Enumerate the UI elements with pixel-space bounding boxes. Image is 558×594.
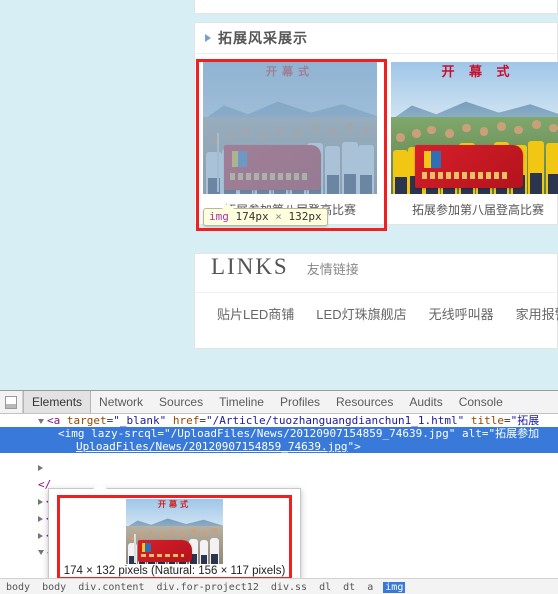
element-size-tooltip: img 174px × 132px bbox=[203, 202, 328, 226]
breadcrumb-item-div-for-project12[interactable]: div.for-project12 bbox=[155, 582, 261, 593]
photo-red-flag bbox=[137, 539, 192, 563]
gallery-thumbnail-2[interactable]: 开 幕 式 bbox=[391, 62, 558, 194]
gallery-thumbnail-1[interactable]: 开幕式 bbox=[203, 62, 377, 194]
img-attr-alt-name: alt bbox=[462, 427, 482, 440]
breadcrumb-item-body-2[interactable]: body bbox=[40, 582, 68, 593]
screenshot-root: 拓展风采展示 开幕式 开 幕 式 拓展参加第八届登高比赛 img 174px ×… bbox=[0, 0, 558, 594]
anchor-attr-href-name: href bbox=[172, 414, 200, 427]
img-attr-lazysrc-name: lazy-srcql bbox=[91, 427, 158, 440]
devtools-panel: Elements Network Sources Timeline Profil… bbox=[0, 390, 558, 594]
links-panel-header: LINKS 友情链接 bbox=[195, 254, 557, 293]
links-list: 贴片LED商铺 LED灯珠旗舰店 无线呼叫器 家用报警 bbox=[195, 293, 558, 323]
image-preview-frame: 开幕式 174 × 132 pixels (Natural: 156 × 117… bbox=[57, 495, 292, 580]
gallery-list: 开幕式 开 幕 式 拓展参加第八届登高比赛 bbox=[195, 54, 558, 224]
tab-profiles[interactable]: Profiles bbox=[272, 391, 328, 413]
img-src-url[interactable]: UploadFiles/News/20120907154859_74639.jp… bbox=[76, 440, 348, 453]
breadcrumb-item-dt[interactable]: dt bbox=[341, 582, 357, 593]
gallery-caption-2: 拓展参加第八届登高比赛 bbox=[411, 203, 544, 217]
tab-elements[interactable]: Elements bbox=[23, 391, 92, 413]
popup-arrow-icon bbox=[93, 483, 107, 489]
gallery-panel-title: 拓展风采展示 bbox=[218, 30, 308, 46]
breadcrumb-item-div-ss[interactable]: div.ss bbox=[269, 582, 309, 593]
anchor-attr-href-value: "/Article/tuozhanguangdianchun1_1.html" bbox=[205, 414, 465, 427]
tooltip-width: 174px bbox=[235, 210, 269, 223]
breadcrumb-item-img[interactable]: img bbox=[383, 581, 406, 593]
photo-banner-text: 开幕式 bbox=[157, 499, 191, 509]
triangle-right-icon bbox=[205, 34, 211, 42]
photo-red-flag bbox=[415, 144, 524, 189]
gallery-item[interactable]: 开幕式 bbox=[203, 62, 377, 218]
browser-page-viewport: 拓展风采展示 开幕式 开 幕 式 拓展参加第八届登高比赛 img 174px ×… bbox=[0, 0, 558, 390]
link-item-3[interactable]: 家用报警 bbox=[516, 304, 558, 323]
image-preview-thumbnail: 开幕式 bbox=[126, 499, 223, 564]
links-title-en: LINKS bbox=[211, 254, 289, 279]
photo-banner-text: 开 幕 式 bbox=[441, 64, 515, 80]
img-tag-open: <img bbox=[58, 427, 85, 440]
img-attr-lazysrc-value: "/UploadFiles/News/20120907154859_74639.… bbox=[163, 427, 456, 440]
tab-timeline[interactable]: Timeline bbox=[211, 391, 272, 413]
tooltip-height: 132px bbox=[288, 210, 322, 223]
anchor-attr-title-name: title bbox=[470, 414, 505, 427]
photo-red-flag bbox=[223, 144, 322, 191]
gallery-item[interactable]: 开 幕 式 拓展参加第八届登高比赛 bbox=[391, 62, 558, 218]
img-tag-close: "> bbox=[347, 440, 361, 453]
anchor-tag-open: <a bbox=[47, 414, 61, 427]
link-item-2[interactable]: 无线呼叫器 bbox=[429, 304, 494, 323]
dom-node-img-selected[interactable]: <img lazy-srcql="/UploadFiles/News/20120… bbox=[0, 427, 558, 440]
tab-resources[interactable]: Resources bbox=[328, 391, 401, 413]
breadcrumb-item-body[interactable]: body bbox=[4, 582, 32, 593]
anchor-attr-target-name: target bbox=[66, 414, 107, 427]
anchor-attr-target-value: "_blank" bbox=[113, 414, 167, 427]
anchor-attr-title-value: "拓展 bbox=[510, 414, 540, 427]
dom-node-img-wrapped-line[interactable]: UploadFiles/News/20120907154859_74639.jp… bbox=[0, 440, 558, 453]
gallery-panel-header: 拓展风采展示 bbox=[195, 23, 557, 54]
breadcrumb: body body div.content div.for-project12 … bbox=[0, 578, 558, 594]
breadcrumb-item-dl[interactable]: dl bbox=[317, 582, 333, 593]
tab-console[interactable]: Console bbox=[451, 391, 511, 413]
links-title-cn: 友情链接 bbox=[306, 262, 359, 277]
tooltip-arrow-icon bbox=[222, 202, 234, 209]
tooltip-tag-name: img bbox=[209, 210, 229, 223]
image-dimensions-caption: 174 × 132 pixels (Natural: 156 × 117 pix… bbox=[63, 565, 286, 577]
photo-banner-text: 开幕式 bbox=[265, 64, 314, 78]
devtools-tab-bar: Elements Network Sources Timeline Profil… bbox=[23, 391, 511, 413]
dock-panel-icon[interactable] bbox=[0, 391, 23, 413]
link-item-1[interactable]: LED灯珠旗舰店 bbox=[316, 304, 406, 323]
gallery-panel: 拓展风采展示 开幕式 开 幕 式 拓展参加第八届登高比赛 bbox=[194, 22, 558, 225]
photo-graduation-white-shirts: 开幕式 bbox=[126, 499, 223, 564]
tab-sources[interactable]: Sources bbox=[151, 391, 211, 413]
tooltip-times-icon: × bbox=[275, 210, 282, 223]
page-top-content-strip bbox=[194, 0, 558, 14]
image-preview-popup: 开幕式 174 × 132 pixels (Natural: 156 × 117… bbox=[48, 483, 301, 586]
devtools-toolbar: Elements Network Sources Timeline Profil… bbox=[0, 391, 558, 414]
dom-node-anchor[interactable]: <a target="_blank" href="/Article/tuozha… bbox=[0, 414, 558, 427]
breadcrumb-item-div-content[interactable]: div.content bbox=[76, 582, 146, 593]
dom-tree: <a target="_blank" href="/Article/tuozha… bbox=[0, 414, 558, 559]
tab-network[interactable]: Network bbox=[91, 391, 151, 413]
link-item-0[interactable]: 贴片LED商铺 bbox=[217, 304, 294, 323]
img-attr-alt-value: "拓展参加 bbox=[488, 427, 540, 440]
links-panel: LINKS 友情链接 贴片LED商铺 LED灯珠旗舰店 无线呼叫器 家用报警 bbox=[194, 253, 558, 349]
triangle-down-icon[interactable] bbox=[38, 418, 44, 424]
breadcrumb-item-a[interactable]: a bbox=[365, 582, 375, 593]
photo-graduation-white-shirts: 开幕式 bbox=[203, 62, 377, 194]
tab-audits[interactable]: Audits bbox=[401, 391, 450, 413]
photo-team-yellow-shirts: 开 幕 式 bbox=[391, 62, 558, 194]
